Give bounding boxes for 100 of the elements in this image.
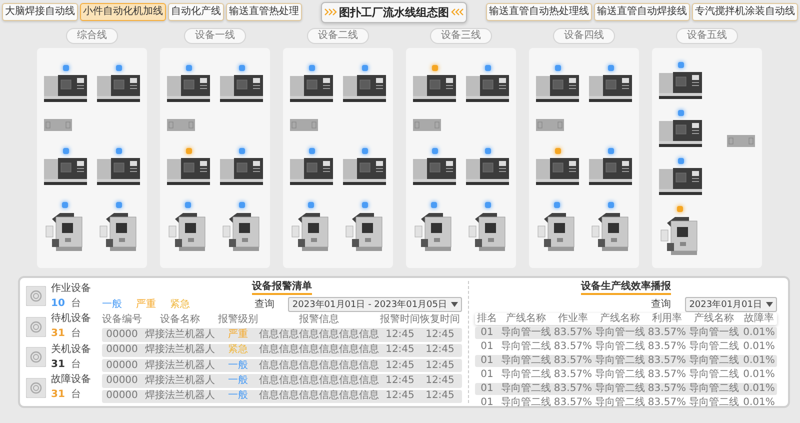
table-cell: 83.57% xyxy=(647,341,687,353)
conveyor-drawing xyxy=(727,134,755,146)
table-cell-text: 12:45 xyxy=(384,374,416,387)
stat-label: 故障设备 xyxy=(51,374,91,386)
line-label: 设备二线 xyxy=(307,28,369,44)
lathe-drawing xyxy=(466,74,509,102)
table-cell-text: 导向管二线 xyxy=(500,341,552,353)
table-cell-text: 0.01% xyxy=(742,341,776,353)
table-cell-text: 0.01% xyxy=(742,397,776,409)
lathe-drawing xyxy=(589,74,632,102)
line-tab[interactable]: 输送直管自动焊接线 xyxy=(594,3,690,21)
chevron-icon xyxy=(450,8,464,16)
line-label: 设备三线 xyxy=(430,28,492,44)
table-cell-text: 01 xyxy=(480,327,494,339)
table-cell-text: 12:45 xyxy=(384,344,416,356)
lathe-drawing xyxy=(413,74,456,102)
lathe-drawing xyxy=(659,70,702,98)
severity-cell-text: 一般 xyxy=(227,390,249,402)
lathe-drawing xyxy=(343,74,386,102)
ring-icon xyxy=(26,347,46,368)
column-header: 作业率 xyxy=(557,313,589,325)
table-cell-text: 导向管二线 xyxy=(500,369,552,381)
column-header: 设备名称 xyxy=(159,314,201,326)
conveyor-drawing xyxy=(413,118,441,131)
table-cell-text: 00000 xyxy=(105,344,139,356)
stat-count: 10 xyxy=(51,298,65,309)
table-cell: 83.57% xyxy=(553,341,593,353)
date-field[interactable]: 2023年01月01日 xyxy=(685,296,777,312)
table-cell-text: 导向管二线 xyxy=(688,355,740,367)
severity-cell-text: 严重 xyxy=(227,328,249,341)
stat-unit: 台 xyxy=(70,298,81,309)
table-cell-text: 00000 xyxy=(105,328,139,341)
table-cell-text: 01 xyxy=(480,341,494,353)
column-header: 设备编号 xyxy=(102,314,142,326)
line-tab[interactable]: 输送直管自动热处理线 xyxy=(486,3,592,21)
table-cell-text: 导向管二线 xyxy=(594,397,646,409)
table-cell-text: 00000 xyxy=(105,360,139,372)
table-cell-text: 12:45 xyxy=(424,360,456,372)
lathe-drawing xyxy=(589,157,632,186)
table-cell: 83.57% xyxy=(647,383,687,395)
table-cell-text: 00000 xyxy=(105,374,139,387)
query-label: 查询 xyxy=(254,298,274,311)
stat-unit: 台 xyxy=(70,358,81,370)
table-cell-text: 焊接法兰机器人 xyxy=(144,390,216,402)
conveyor-drawing xyxy=(536,118,564,131)
date-range-field[interactable]: 2023年01月01日 - 2023年01月05日 xyxy=(288,296,462,312)
table-cell-text: 导向管二线 xyxy=(500,355,552,367)
table-cell-text: 12:45 xyxy=(424,328,456,341)
table-cell-text: 导向管一线 xyxy=(594,327,646,339)
lathe-drawing xyxy=(220,74,263,102)
table-cell-text: 导向管二线 xyxy=(688,369,740,381)
lathe-drawing xyxy=(413,157,456,186)
table-cell: 信息信息信息信息信息信息 xyxy=(258,360,380,372)
page-title: 图扑工厂流水线组态图 xyxy=(339,4,449,20)
severity-cell-text: 一般 xyxy=(227,360,249,372)
lathe-drawing xyxy=(290,157,333,186)
table-cell: 83.57% xyxy=(647,327,687,339)
stat-unit: 台 xyxy=(70,389,81,400)
conveyor-drawing xyxy=(44,118,72,131)
table-cell-text: 01 xyxy=(480,397,494,409)
section-title: 设备生产线效率播报 xyxy=(581,281,671,295)
conveyor-drawing xyxy=(290,118,318,131)
table-cell-text: 导向管二线 xyxy=(500,397,552,409)
lathe-drawing xyxy=(659,166,702,194)
stat-count: 31 xyxy=(51,358,65,370)
lathe-drawing xyxy=(536,157,579,186)
lathe-drawing xyxy=(97,74,140,102)
line-tab[interactable]: 小件自动化机加线 xyxy=(80,3,166,21)
table-cell-text: 导向管二线 xyxy=(594,383,646,395)
line-tab[interactable]: 大脑焊接自动线 xyxy=(2,3,78,21)
section-title: 设备报警清单 xyxy=(252,281,312,295)
column-header: 报警时间 xyxy=(380,314,420,326)
lathe-drawing xyxy=(659,118,702,146)
table-cell-text: 导向管二线 xyxy=(500,383,552,395)
table-cell-text: 12:45 xyxy=(384,390,416,402)
conveyor-drawing xyxy=(167,118,195,131)
lathe-drawing xyxy=(220,157,263,186)
line-tab[interactable]: 输送直管热处理 xyxy=(226,3,302,21)
line-tab[interactable]: 自动化产线 xyxy=(168,3,224,21)
table-cell: 83.57% xyxy=(553,369,593,381)
table-cell-text: 0.01% xyxy=(742,327,776,339)
table-cell: 83.57% xyxy=(647,369,687,381)
table-cell-text: 焊接法兰机器人 xyxy=(144,328,216,341)
table-cell-text: 导向管二线 xyxy=(688,397,740,409)
table-cell-text: 01 xyxy=(480,355,494,367)
lathe-drawing xyxy=(536,74,579,102)
table-cell-text: 导向管一线 xyxy=(500,327,552,339)
table-cell: 83.57% xyxy=(553,397,593,409)
table-cell: 83.57% xyxy=(553,355,593,367)
table-cell-text: 01 xyxy=(480,369,494,381)
line-tab[interactable]: 专汽搅拌机涂装自动线 xyxy=(692,3,798,21)
table-cell-text: 0.01% xyxy=(742,383,776,395)
table-cell-text: 01 xyxy=(480,383,494,395)
table-cell-text: 0.01% xyxy=(742,355,776,367)
table-cell: 83.57% xyxy=(647,397,687,409)
table-cell-text: 导向管二线 xyxy=(594,355,646,367)
line-label: 设备一线 xyxy=(184,28,246,44)
table-cell-text: 12:45 xyxy=(384,328,416,341)
column-header: 恢复时间 xyxy=(420,314,460,326)
table-cell: 信息信息信息信息信息信息 xyxy=(258,390,380,402)
